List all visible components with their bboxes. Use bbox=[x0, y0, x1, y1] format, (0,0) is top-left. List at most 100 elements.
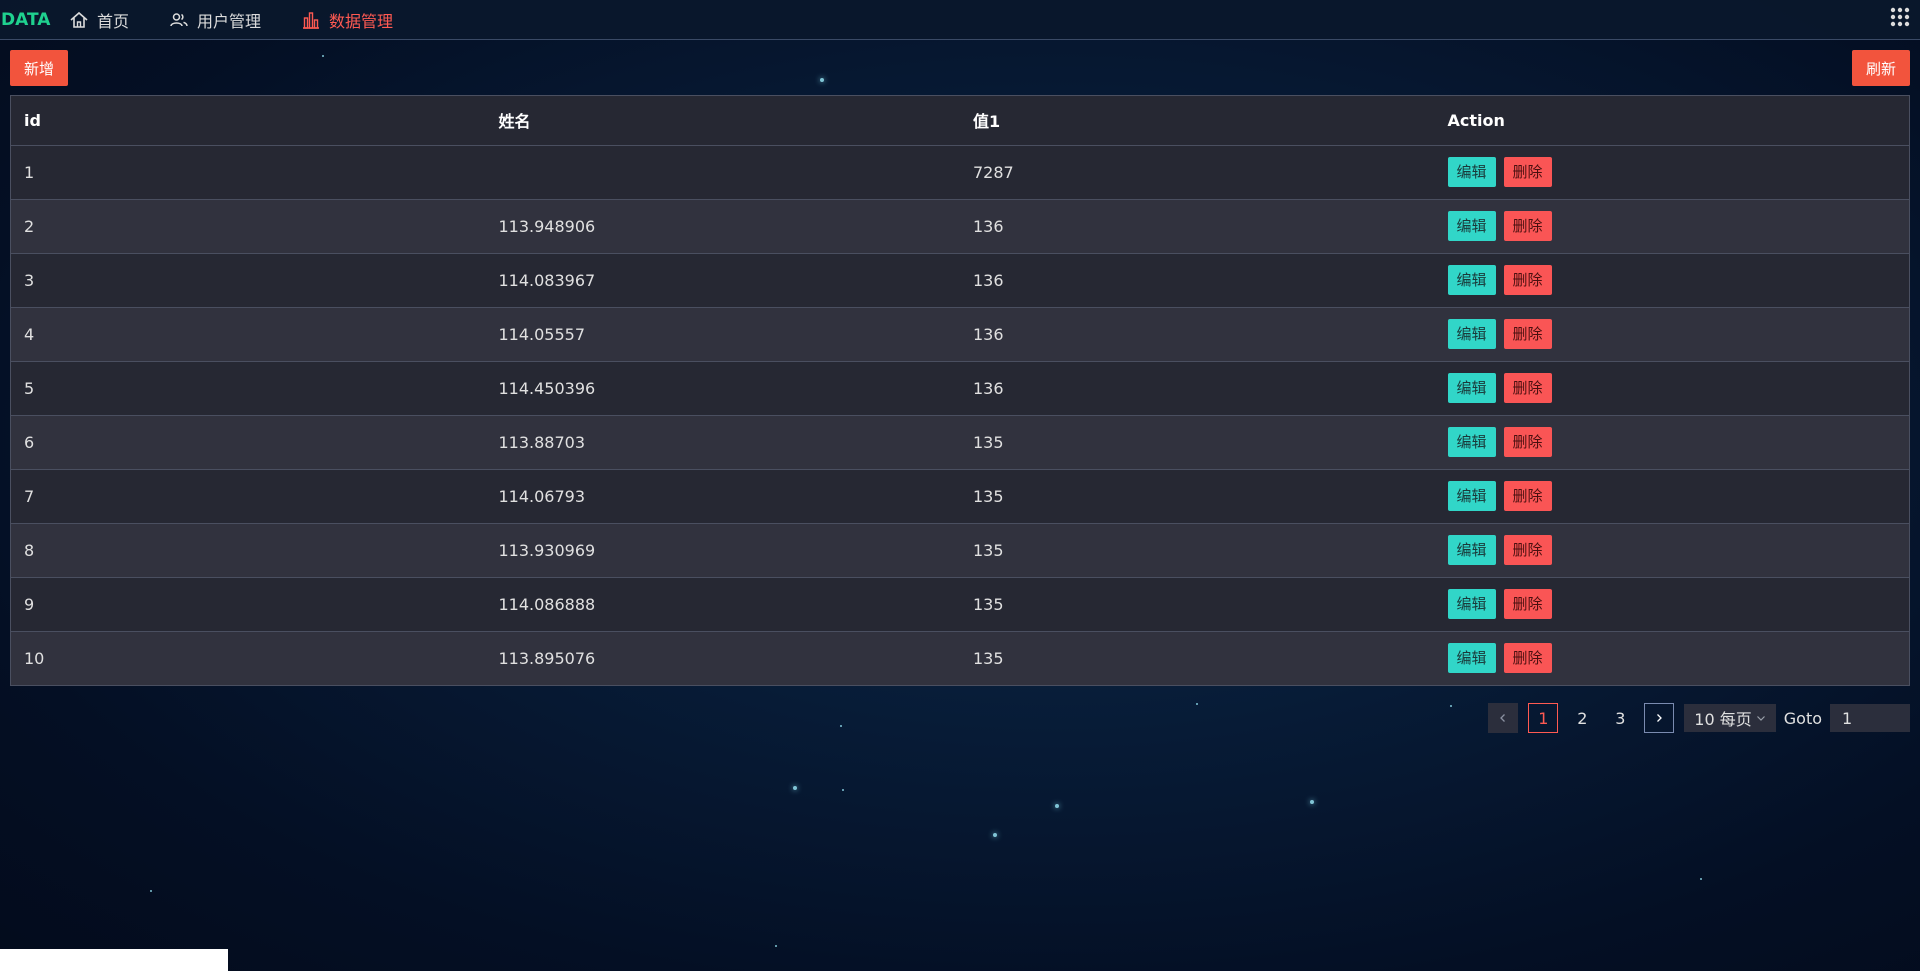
cell-action: 编辑 删除 bbox=[1434, 307, 1909, 362]
edit-button[interactable]: 编辑 bbox=[1447, 265, 1496, 295]
nav-item-label: 数据管理 bbox=[329, 11, 394, 31]
page-number-3[interactable]: 3 bbox=[1606, 704, 1634, 732]
edit-button[interactable]: 编辑 bbox=[1447, 373, 1496, 403]
cell-id: 8 bbox=[11, 523, 486, 578]
next-page-button[interactable] bbox=[1644, 703, 1675, 733]
cell-value: 136 bbox=[960, 361, 1435, 416]
cell-id: 4 bbox=[11, 307, 486, 362]
nav-item-users[interactable]: 用户管理 bbox=[169, 8, 261, 32]
delete-button[interactable]: 删除 bbox=[1503, 319, 1552, 349]
delete-button[interactable]: 删除 bbox=[1503, 373, 1552, 403]
grid-menu-icon[interactable] bbox=[1890, 7, 1910, 27]
cell-name bbox=[485, 145, 960, 200]
cell-id: 6 bbox=[11, 415, 486, 470]
page-size-select[interactable]: 10 每页 bbox=[1684, 704, 1776, 732]
edit-button[interactable]: 编辑 bbox=[1447, 211, 1496, 241]
page-size-label: 10 每页 bbox=[1694, 710, 1752, 729]
table-row: 6 113.88703 135 编辑 删除 bbox=[11, 415, 1909, 470]
delete-button[interactable]: 删除 bbox=[1503, 265, 1552, 295]
table-header-row: id 姓名 值1 Action bbox=[11, 96, 1909, 146]
delete-button[interactable]: 删除 bbox=[1503, 481, 1552, 511]
bar-chart-icon bbox=[303, 11, 320, 29]
cell-action: 编辑 删除 bbox=[1434, 523, 1909, 578]
cell-name: 114.450396 bbox=[485, 361, 960, 416]
add-button[interactable]: 新增 bbox=[10, 50, 69, 86]
delete-button[interactable]: 删除 bbox=[1503, 211, 1552, 241]
column-header-name: 姓名 bbox=[485, 96, 960, 146]
column-header-action: Action bbox=[1434, 96, 1909, 146]
cell-action: 编辑 删除 bbox=[1434, 415, 1909, 470]
cell-name: 113.930969 bbox=[485, 523, 960, 578]
cell-name: 113.895076 bbox=[498, 648, 596, 668]
table-row: 1 7287 编辑 删除 bbox=[11, 145, 1909, 200]
cell-action: 编辑 删除 bbox=[1434, 199, 1909, 254]
cell-name: 113.948906 bbox=[485, 199, 960, 254]
users-icon bbox=[170, 12, 188, 26]
cell-action: 编辑 删除 bbox=[1434, 469, 1909, 524]
column-header-value: 值1 bbox=[960, 96, 1435, 146]
delete-button[interactable]: 删除 bbox=[1503, 643, 1552, 674]
cell-value: 136 bbox=[960, 199, 1435, 254]
refresh-button[interactable]: 刷新 bbox=[1851, 50, 1910, 86]
table-body: 1 7287 编辑 删除 2 113.948906 136 编辑 删除 3 114.083967 13… bbox=[11, 145, 1909, 685]
edit-button[interactable]: 编辑 bbox=[1447, 481, 1496, 511]
cell-name: 114.083967 bbox=[485, 253, 960, 308]
page-number-1[interactable]: 1 bbox=[1528, 703, 1559, 733]
delete-button[interactable]: 删除 bbox=[1503, 157, 1552, 187]
edit-button[interactable]: 编辑 bbox=[1447, 535, 1496, 565]
cell-action: 编辑 删除 bbox=[1435, 631, 1910, 685]
prev-page-button[interactable] bbox=[1488, 703, 1519, 733]
cell-id: 5 bbox=[11, 361, 486, 416]
table-row: 8 113.930969 135 编辑 删除 bbox=[11, 523, 1909, 578]
goto-page-input[interactable] bbox=[1830, 704, 1910, 732]
cell-id: 2 bbox=[11, 199, 486, 254]
cell-value: 135 bbox=[960, 415, 1435, 470]
delete-button[interactable]: 删除 bbox=[1503, 589, 1552, 619]
home-icon bbox=[70, 11, 88, 28]
cell-name: 114.06793 bbox=[485, 469, 960, 524]
cell-action: 编辑 删除 bbox=[1434, 361, 1909, 416]
chevron-right-icon bbox=[1657, 714, 1663, 722]
cell-id: 10 bbox=[24, 648, 45, 668]
edit-button[interactable]: 编辑 bbox=[1447, 157, 1496, 187]
nav-item-data[interactable]: 数据管理 bbox=[301, 8, 393, 32]
cell-value: 135 bbox=[960, 577, 1435, 632]
cell-id: 9 bbox=[11, 577, 486, 632]
cell-name: 114.05557 bbox=[485, 307, 960, 362]
cell-action: 编辑 删除 bbox=[1434, 577, 1909, 632]
delete-button[interactable]: 删除 bbox=[1503, 535, 1552, 565]
delete-button[interactable]: 删除 bbox=[1503, 427, 1552, 457]
cell-name: 114.086888 bbox=[485, 577, 960, 632]
edit-button[interactable]: 编辑 bbox=[1447, 643, 1496, 674]
cell-value: 135 bbox=[960, 523, 1435, 578]
cell-value: 7287 bbox=[960, 145, 1435, 200]
data-table: id 姓名 值1 Action 1 7287 编辑 删除 2 113.948906 136 编… bbox=[10, 95, 1910, 686]
nav-item-label: 首页 bbox=[97, 11, 130, 31]
table-row: 10 113.895076 135 编辑 删除 bbox=[11, 631, 1909, 685]
table-row: 2 113.948906 136 编辑 删除 bbox=[11, 199, 1909, 254]
cell-value: 136 bbox=[960, 307, 1435, 362]
cell-action: 编辑 删除 bbox=[1434, 145, 1909, 200]
logo: DATA bbox=[1, 9, 51, 30]
cell-action: 编辑 删除 bbox=[1434, 253, 1909, 308]
cell-id: 3 bbox=[11, 253, 486, 308]
table-row: 3 114.083967 136 编辑 删除 bbox=[11, 253, 1909, 308]
nav-item-home[interactable]: 首页 bbox=[69, 8, 129, 32]
nav-item-label: 用户管理 bbox=[197, 11, 262, 31]
edit-button[interactable]: 编辑 bbox=[1447, 427, 1496, 457]
cell-name: 113.88703 bbox=[485, 415, 960, 470]
cell-id: 7 bbox=[11, 469, 486, 524]
page-number-2[interactable]: 2 bbox=[1568, 704, 1596, 732]
edit-button[interactable]: 编辑 bbox=[1447, 589, 1496, 619]
edit-button[interactable]: 编辑 bbox=[1447, 319, 1496, 349]
table-row: 9 114.086888 135 编辑 删除 bbox=[11, 577, 1909, 632]
cell-value: 136 bbox=[960, 253, 1435, 308]
top-navbar: DATA 首页 用户管理 数据管理 bbox=[0, 0, 1920, 40]
corner-overlay bbox=[0, 949, 228, 971]
table-row: 5 114.450396 136 编辑 删除 bbox=[11, 361, 1909, 416]
goto-label: Goto bbox=[1783, 708, 1822, 728]
chevron-left-icon bbox=[1500, 714, 1506, 722]
cell-id: 1 bbox=[11, 145, 486, 200]
table-row: 4 114.05557 136 编辑 删除 bbox=[11, 307, 1909, 362]
pagination: 1 2 3 10 每页 Goto bbox=[1488, 703, 1910, 733]
